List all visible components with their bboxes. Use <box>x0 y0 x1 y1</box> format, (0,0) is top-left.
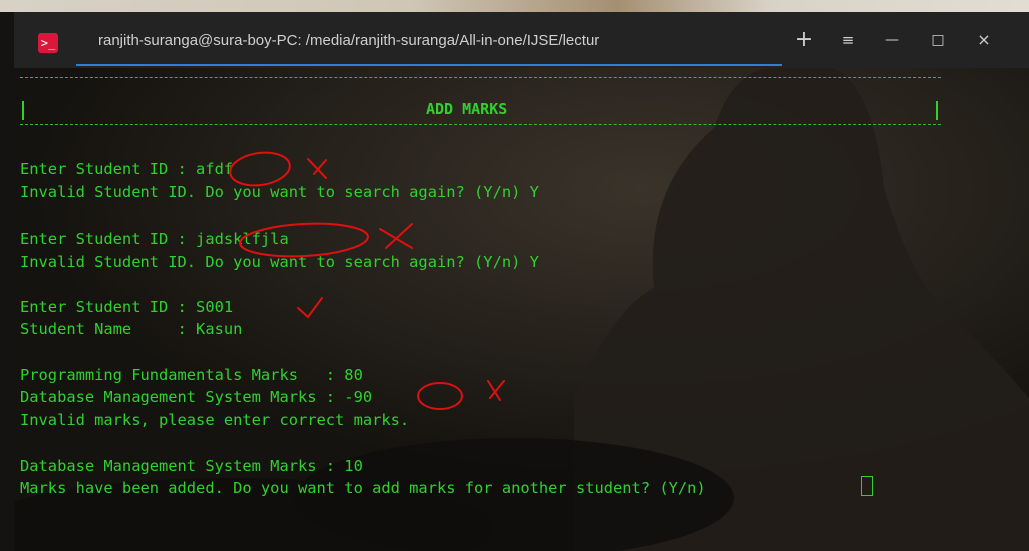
close-button[interactable]: × <box>972 28 996 52</box>
terminal-line: Database Management System Marks : 10 <box>20 457 363 475</box>
terminal-line: Student Name : Kasun <box>20 320 243 338</box>
cross-mark <box>307 158 327 179</box>
cross-mark <box>487 380 505 401</box>
terminal-line: Enter Student ID : S001 <box>20 298 234 316</box>
check-mark <box>297 297 323 319</box>
header-bottom-rule <box>20 124 941 125</box>
terminal-line: Marks have been added. Do you want to ad… <box>20 479 715 497</box>
terminal-line: Enter Student ID : jadsklfjla <box>20 230 289 248</box>
circle-mark <box>417 382 463 410</box>
tab-terminal[interactable]: ranjith-suranga@sura-boy-PC: /media/ranj… <box>76 20 782 66</box>
cross-mark <box>379 223 413 249</box>
terminal-app-icon: >_ <box>38 33 58 53</box>
terminal-window: >_ ranjith-suranga@sura-boy-PC: /media/r… <box>14 12 1029 551</box>
terminal-output[interactable]: ADD MARKS Enter Student ID : afdf Invali… <box>14 68 1029 551</box>
window-title: ranjith-suranga@sura-boy-PC: /media/ranj… <box>98 32 600 49</box>
minimize-button[interactable]: — <box>880 28 904 52</box>
terminal-line: Invalid Student ID. Do you want to searc… <box>20 183 539 201</box>
terminal-line: Enter Student ID : afdf <box>20 160 234 178</box>
terminal-line: Invalid Student ID. Do you want to searc… <box>20 253 539 271</box>
header-left-border <box>22 101 24 120</box>
header-top-rule <box>20 77 941 78</box>
text-cursor <box>861 476 873 496</box>
header-right-border <box>936 101 938 120</box>
new-tab-button[interactable]: + <box>792 28 816 52</box>
menu-button[interactable]: ≡ <box>836 28 860 52</box>
maximize-button[interactable]: □ <box>926 28 950 52</box>
terminal-line: Invalid marks, please enter correct mark… <box>20 411 410 429</box>
terminal-line: Database Management System Marks : -90 <box>20 388 373 406</box>
title-bar: >_ ranjith-suranga@sura-boy-PC: /media/r… <box>14 12 1029 68</box>
desktop-wallpaper <box>0 0 1029 12</box>
page-title: ADD MARKS <box>426 100 508 118</box>
terminal-line: Programming Fundamentals Marks : 80 <box>20 366 363 384</box>
